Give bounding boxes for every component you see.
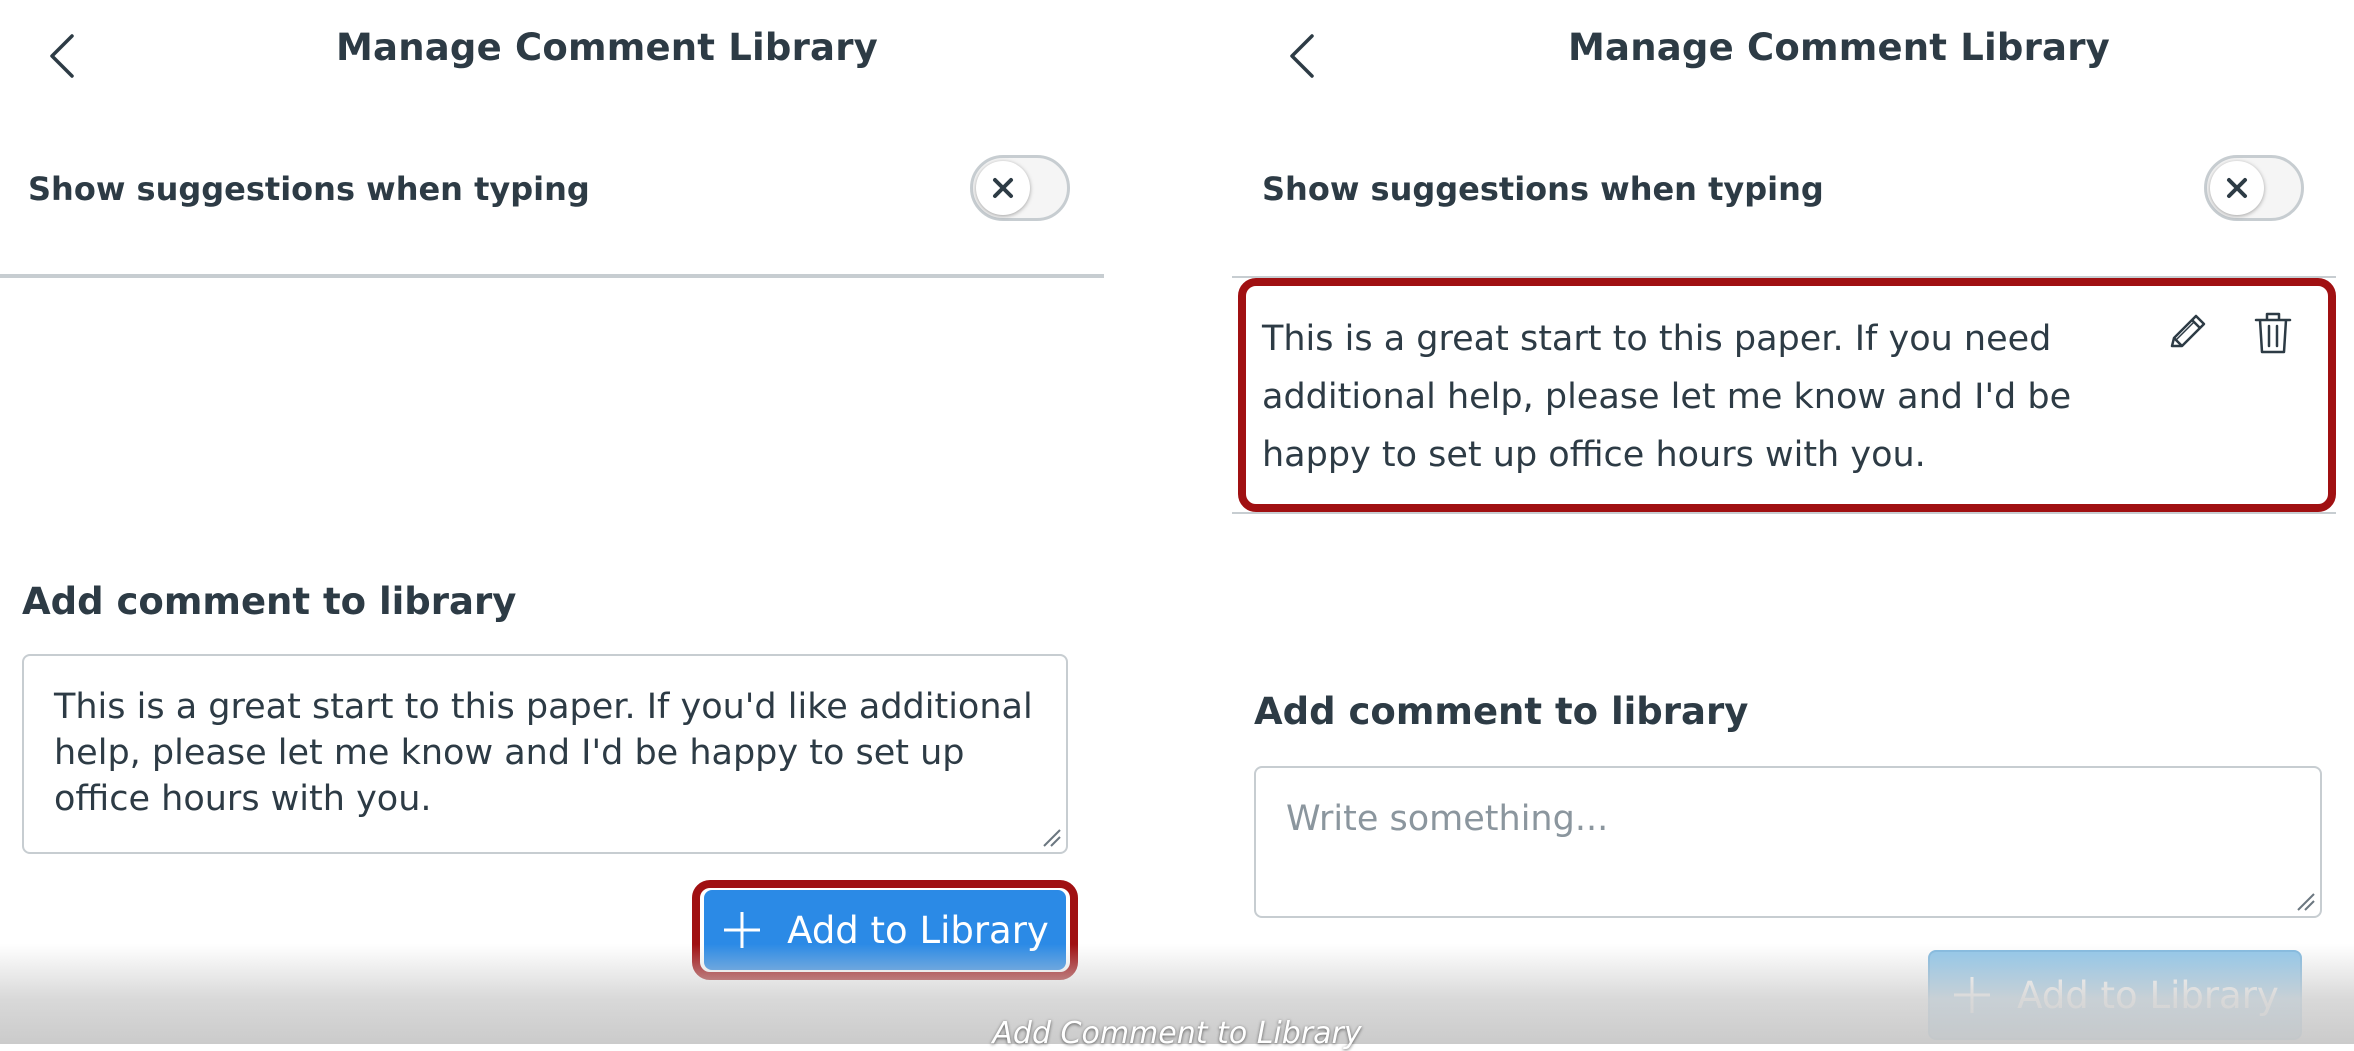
x-icon — [2227, 178, 2247, 198]
toggle-knob — [2210, 161, 2264, 215]
add-comment-heading: Add comment to library — [1254, 690, 1749, 733]
add-button-label: Add to Library — [2017, 973, 2279, 1017]
manage-comment-library-screen-after: Manage Comment Library Show suggestions … — [1232, 0, 2336, 1044]
comment-input[interactable] — [22, 654, 1068, 854]
suggestions-toggle[interactable] — [970, 155, 1070, 221]
add-comment-heading: Add comment to library — [22, 580, 517, 623]
plus-icon — [1954, 977, 1991, 1013]
list-divider — [1232, 512, 2336, 514]
suggestions-toggle[interactable] — [2204, 155, 2304, 221]
suggestions-label: Show suggestions when typing — [28, 170, 590, 208]
library-item-highlight — [1238, 278, 2336, 512]
page-title: Manage Comment Library — [1568, 26, 2110, 69]
manage-comment-library-screen-before: Manage Comment Library Show suggestions … — [0, 0, 1104, 1044]
caption-text: Add Comment to Library — [992, 1016, 1362, 1051]
section-divider — [0, 274, 1104, 278]
plus-icon — [724, 912, 761, 948]
add-to-library-button[interactable]: Add to Library — [704, 890, 1066, 970]
suggestions-label: Show suggestions when typing — [1262, 170, 1824, 208]
add-button-label: Add to Library — [787, 908, 1049, 952]
page-title: Manage Comment Library — [336, 26, 878, 69]
x-icon — [993, 178, 1013, 198]
toggle-knob — [976, 161, 1030, 215]
comment-input[interactable] — [1254, 766, 2322, 918]
